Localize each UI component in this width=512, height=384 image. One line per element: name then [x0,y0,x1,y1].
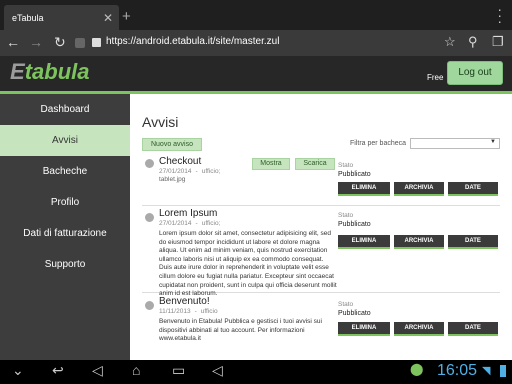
sidebar: Dashboard Avvisi Bacheche Profilo Dati d… [0,94,136,360]
notice-item: Checkout 27/01/2014- ufficio; tablet.jpg … [142,156,500,206]
forward-icon[interactable]: → [29,34,43,50]
volume-up-icon[interactable]: ◁ [212,362,223,379]
stato-label: Stato [338,212,354,219]
delete-button[interactable]: ELIMINA [338,322,390,336]
status-dot-icon[interactable] [145,301,154,310]
new-notice-button[interactable]: Nuovo avviso [142,138,202,151]
url-field[interactable]: https://android.etabula.it/site/master.z… [106,36,279,47]
logout-button[interactable]: Log out [447,61,503,85]
stato-label: Stato [338,301,354,308]
sidebar-item-bacheche[interactable]: Bacheche [0,156,130,187]
delete-button[interactable]: ELIMINA [338,235,390,249]
dates-button[interactable]: DATE [448,182,498,196]
notice-date: 27/01/2014 [159,168,192,175]
home-icon[interactable]: ⌂ [132,362,140,378]
notice-body: Lorem ipsum dolor sit amet, consectetur … [159,230,337,298]
menu-icon[interactable]: · · · [497,2,502,28]
notice-meta: 11/11/2013- ufficio [159,308,218,315]
bookmark-star-icon[interactable]: ☆ [444,34,456,50]
notice-item: Benvenuto! 11/11/2013- ufficio Benvenuto … [142,296,500,348]
back-icon[interactable]: ← [6,34,20,50]
volume-down-icon[interactable]: ◁ [92,362,103,379]
wifi-icon: ◥ [482,365,491,377]
notice-file: tablet.jpg [159,176,186,183]
notice-item: Lorem Ipsum 27/01/2014- ufficio; Lorem ip… [142,208,500,297]
back-nav-icon[interactable]: ↩ [52,362,64,379]
archive-button[interactable]: ARCHIVIA [394,182,444,196]
battery-icon [500,365,506,377]
system-clock: 16:05 [437,362,478,379]
notice-meta: 27/01/2014- ufficio; [159,220,221,227]
notice-meta: 27/01/2014- ufficio; [159,168,221,175]
notice-board: ufficio [200,308,218,315]
notice-date: 11/11/2013 [159,308,191,315]
etabula-logo: Etabula [10,59,90,84]
system-bar: ⌄ ↩ ◁ ⌂ ▭ ◁ ⬤ 16:05 ◥ [0,360,512,384]
notice-title[interactable]: Benvenuto! [159,296,210,307]
notice-title[interactable]: Lorem Ipsum [159,208,217,219]
new-tab-icon[interactable]: + [122,8,131,25]
stato-value: Pubblicato [338,310,371,317]
main-content: Avvisi Nuovo avviso Filtra per bacheca ▼… [130,94,512,360]
dates-button[interactable]: DATE [448,235,498,249]
browser-tab-bar: eTabula ✕ + · · · [0,0,512,30]
show-button[interactable]: Mostra [252,158,290,170]
address-bar: ← → ↻ https://android.etabula.it/site/ma… [0,30,512,56]
notice-body: Benvenuto in Etabula! Pubblica e gestisc… [159,318,322,343]
delete-button[interactable]: ELIMINA [338,182,390,196]
android-icon: ⬤ [410,362,424,376]
stato-label: Stato [338,162,354,169]
close-tab-icon[interactable]: ✕ [103,11,113,25]
dates-button[interactable]: DATE [448,322,498,336]
notice-date: 27/01/2014 [159,220,192,227]
archive-button[interactable]: ARCHIVIA [394,322,444,336]
sidebar-item-dashboard[interactable]: Dashboard [0,94,130,125]
notice-title[interactable]: Checkout [159,156,201,167]
download-button[interactable]: Scarica [295,158,335,170]
notice-board: ufficio; [201,168,221,175]
plan-label: Free [427,73,444,82]
keyboard-hide-icon[interactable]: ⌄ [12,362,24,379]
sidebar-item-fatturazione[interactable]: Dati di fatturazione [0,218,130,249]
filter-label: Filtra per bacheca [350,140,407,147]
filter-select[interactable]: ▼ [410,138,500,149]
stato-value: Pubblicato [338,171,371,178]
search-icon[interactable]: ⚲ [468,34,478,50]
browser-tab[interactable]: eTabula ✕ [4,5,119,30]
status-dot-icon[interactable] [145,159,154,168]
notice-board: ufficio; [201,220,221,227]
browser-tab-title: eTabula [12,13,44,23]
tabs-icon[interactable]: ❐ [492,34,504,50]
site-info-icon[interactable] [75,38,85,48]
reload-icon[interactable]: ↻ [54,34,66,51]
status-dot-icon[interactable] [145,213,154,222]
sidebar-item-profilo[interactable]: Profilo [0,187,130,218]
lock-icon [92,38,101,47]
sidebar-item-avvisi[interactable]: Avvisi [0,125,136,156]
recent-apps-icon[interactable]: ▭ [172,362,185,379]
archive-button[interactable]: ARCHIVIA [394,235,444,249]
page-title: Avvisi [142,114,179,130]
chevron-down-icon: ▼ [490,139,496,145]
app-header: Etabula Free Log out [0,56,512,94]
sidebar-item-supporto[interactable]: Supporto [0,249,130,280]
stato-value: Pubblicato [338,221,371,228]
